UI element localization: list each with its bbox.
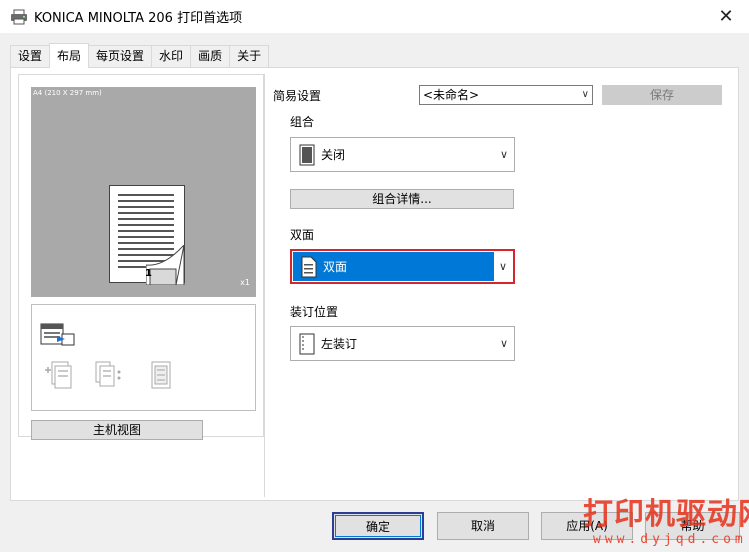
- site-watermark: 打印机驱动网 www.dyjqd.com: [583, 497, 749, 548]
- tab-quality[interactable]: 画质: [190, 45, 231, 67]
- close-icon: ✕: [718, 6, 734, 27]
- duplex-label: 双面: [290, 228, 315, 242]
- combination-details-button[interactable]: 组合详情...: [290, 189, 514, 209]
- ok-button[interactable]: 确定: [332, 512, 424, 540]
- easy-settings-select[interactable]: <未命名> ∨: [419, 85, 593, 105]
- host-computer-icon[interactable]: [40, 322, 76, 348]
- copies-label: x1: [240, 278, 250, 287]
- combination-label: 组合: [290, 115, 315, 129]
- watermark-text: 打印机驱动网: [583, 497, 749, 532]
- layout-settings-panel: 简易设置 <未命名> ∨ 保存 组合 关闭 ∨ 组合详情... 双面 双面 ∨ …: [264, 74, 730, 497]
- tab-content-layout: A4 (210 X 297 mm) 1 x1 主机视图 简易设置 <未命名> ∨…: [10, 67, 739, 501]
- binding-position-label: 装订位置: [290, 305, 339, 319]
- window-title: KONICA MINOLTA 206 打印首选项: [34, 11, 243, 26]
- chevron-down-icon: ∨: [499, 337, 508, 350]
- preview-panel: A4 (210 X 297 mm) 1 x1 主机视图: [18, 74, 264, 440]
- tab-watermark[interactable]: 水印: [151, 45, 192, 67]
- binding-position-value: 左装订: [321, 337, 358, 351]
- page-curl-icon: [146, 245, 185, 285]
- chevron-down-icon: ∨: [498, 260, 507, 273]
- layout-icon-box: [31, 304, 256, 411]
- page-preview: A4 (210 X 297 mm) 1 x1: [31, 87, 256, 297]
- tab-page-settings[interactable]: 每页设置: [88, 45, 153, 67]
- paper-size-label: A4 (210 X 297 mm): [33, 89, 102, 97]
- duplex-value: 双面: [323, 260, 348, 274]
- tab-settings[interactable]: 设置: [10, 45, 51, 67]
- booklet-icon: [151, 361, 171, 389]
- chevron-down-icon: ∨: [499, 148, 508, 161]
- cancel-button[interactable]: 取消: [437, 512, 529, 540]
- tab-about[interactable]: 关于: [229, 45, 270, 67]
- page-number: 1: [145, 268, 152, 279]
- add-page-icon: [45, 361, 72, 389]
- save-button[interactable]: 保存: [602, 85, 722, 105]
- binding-position-select[interactable]: 左装订 ∨: [290, 326, 515, 361]
- host-view-button[interactable]: 主机视图: [31, 420, 203, 440]
- page-order-icon: [95, 361, 121, 387]
- easy-settings-label: 简易设置: [273, 89, 322, 103]
- tab-layout[interactable]: 布局: [49, 43, 90, 68]
- title-bar: KONICA MINOLTA 206 打印首选项 ✕: [0, 0, 749, 33]
- tab-strip: 设置 布局 每页设置 水印 画质 关于: [10, 43, 270, 68]
- combination-value: 关闭: [321, 148, 346, 162]
- close-button[interactable]: ✕: [703, 0, 749, 33]
- printer-icon: [10, 9, 28, 25]
- chevron-down-icon: ∨: [581, 89, 589, 100]
- easy-settings-value: <未命名>: [423, 88, 480, 102]
- single-page-icon: [299, 144, 315, 166]
- duplex-select[interactable]: 双面 ∨: [290, 249, 515, 284]
- watermark-url: www.dyjqd.com: [593, 532, 747, 547]
- left-binding-icon: [299, 333, 315, 355]
- combination-select[interactable]: 关闭 ∨: [290, 137, 515, 172]
- duplex-page-icon: [301, 256, 317, 278]
